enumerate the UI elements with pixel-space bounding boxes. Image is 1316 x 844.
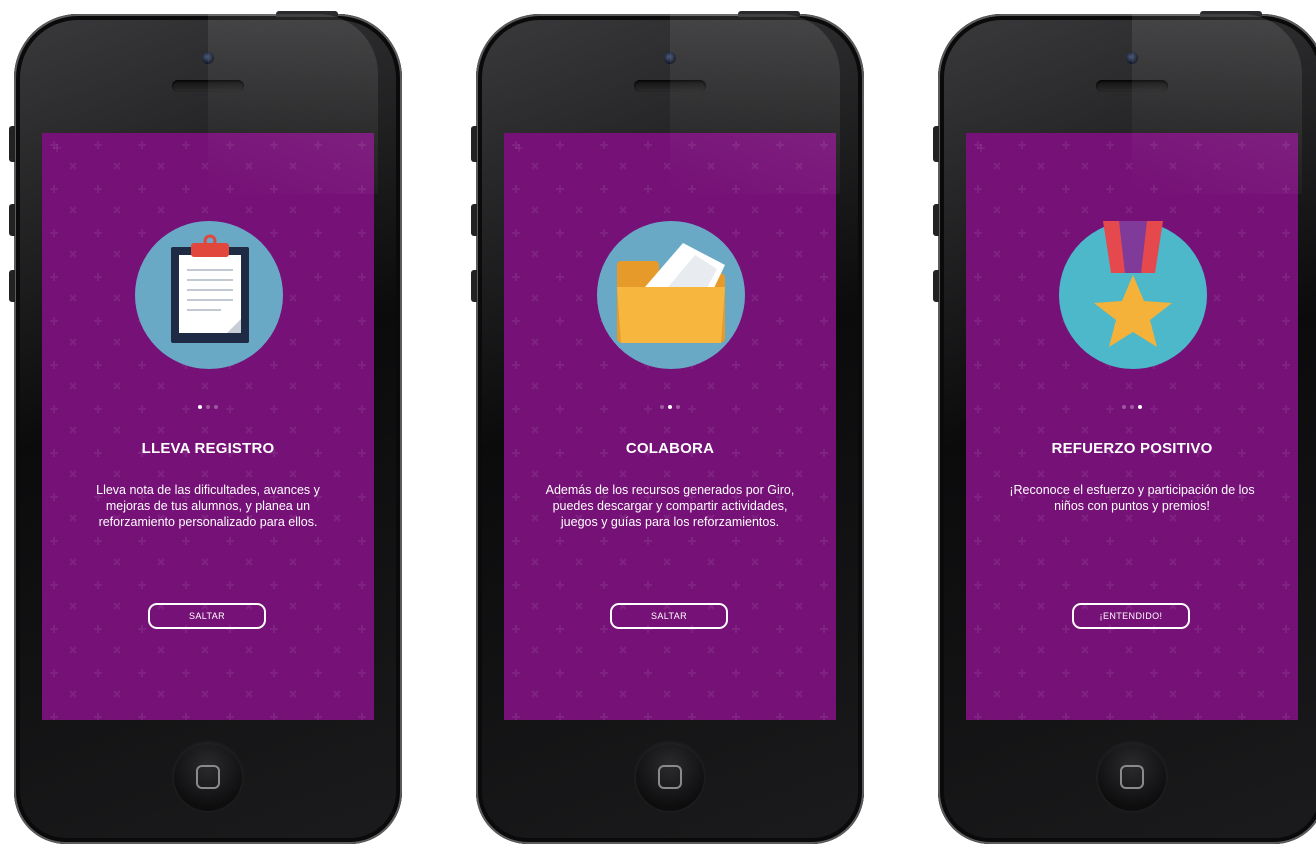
- screen-title: REFUERZO POSITIVO: [1051, 440, 1213, 457]
- clipboard-icon: [135, 221, 283, 369]
- phone-frame-2: COLABORA Además de los recursos generado…: [471, 11, 864, 844]
- volume-up-button: [9, 204, 15, 236]
- volume-down-button: [933, 270, 939, 302]
- page-dot[interactable]: [206, 405, 210, 409]
- phone-frame-3: REFUERZO POSITIVO ¡Reconoce el esfuerzo …: [933, 11, 1316, 844]
- got-it-button[interactable]: ¡ENTENDIDO!: [1072, 603, 1190, 629]
- page-dot[interactable]: [214, 405, 218, 409]
- home-square-icon: [1120, 765, 1144, 789]
- page-dot[interactable]: [660, 405, 664, 409]
- page-dot[interactable]: [676, 405, 680, 409]
- volume-up-button: [933, 204, 939, 236]
- page-dot[interactable]: [1138, 405, 1142, 409]
- medal-icon: [1059, 221, 1207, 369]
- volume-down-button: [9, 270, 15, 302]
- screen-description: Lleva nota de las dificultades, avances …: [96, 483, 320, 529]
- onboarding-screen-1: LLEVA REGISTRO Lleva nota de las dificul…: [42, 133, 374, 720]
- home-square-icon: [196, 765, 220, 789]
- screen-title: COLABORA: [625, 440, 715, 457]
- home-button[interactable]: [172, 741, 244, 813]
- page-dot[interactable]: [198, 405, 202, 409]
- mute-switch: [9, 126, 15, 162]
- home-square-icon: [658, 765, 682, 789]
- page-dot[interactable]: [1130, 405, 1134, 409]
- power-button: [276, 11, 338, 17]
- volume-up-button: [471, 204, 477, 236]
- volume-down-button: [471, 270, 477, 302]
- front-camera: [202, 52, 214, 64]
- page-dot[interactable]: [1122, 405, 1126, 409]
- earpiece-speaker: [172, 80, 244, 92]
- earpiece-speaker: [634, 80, 706, 92]
- page-indicator[interactable]: [504, 405, 836, 409]
- onboarding-screen-3: REFUERZO POSITIVO ¡Reconoce el esfuerzo …: [966, 133, 1298, 720]
- page-indicator[interactable]: [42, 405, 374, 409]
- power-button: [738, 11, 800, 17]
- earpiece-speaker: [1096, 80, 1168, 92]
- phone-frame-1: LLEVA REGISTRO Lleva nota de las dificul…: [9, 11, 402, 844]
- screen-title: LLEVA REGISTRO: [141, 440, 275, 457]
- front-camera: [1126, 52, 1138, 64]
- onboarding-screen-2: COLABORA Además de los recursos generado…: [504, 133, 836, 720]
- skip-button[interactable]: SALTAR: [148, 603, 266, 629]
- mute-switch: [471, 126, 477, 162]
- home-button[interactable]: [1096, 741, 1168, 813]
- home-button[interactable]: [634, 741, 706, 813]
- power-button: [1200, 11, 1262, 17]
- mute-switch: [933, 126, 939, 162]
- folder-icon: [597, 221, 745, 369]
- page-dot[interactable]: [668, 405, 672, 409]
- front-camera: [664, 52, 676, 64]
- page-indicator[interactable]: [966, 405, 1298, 409]
- screen-description: ¡Reconoce el esfuerzo y participación de…: [1009, 483, 1255, 513]
- skip-button[interactable]: SALTAR: [610, 603, 728, 629]
- screen-description: Además de los recursos generados por Gir…: [545, 483, 795, 529]
